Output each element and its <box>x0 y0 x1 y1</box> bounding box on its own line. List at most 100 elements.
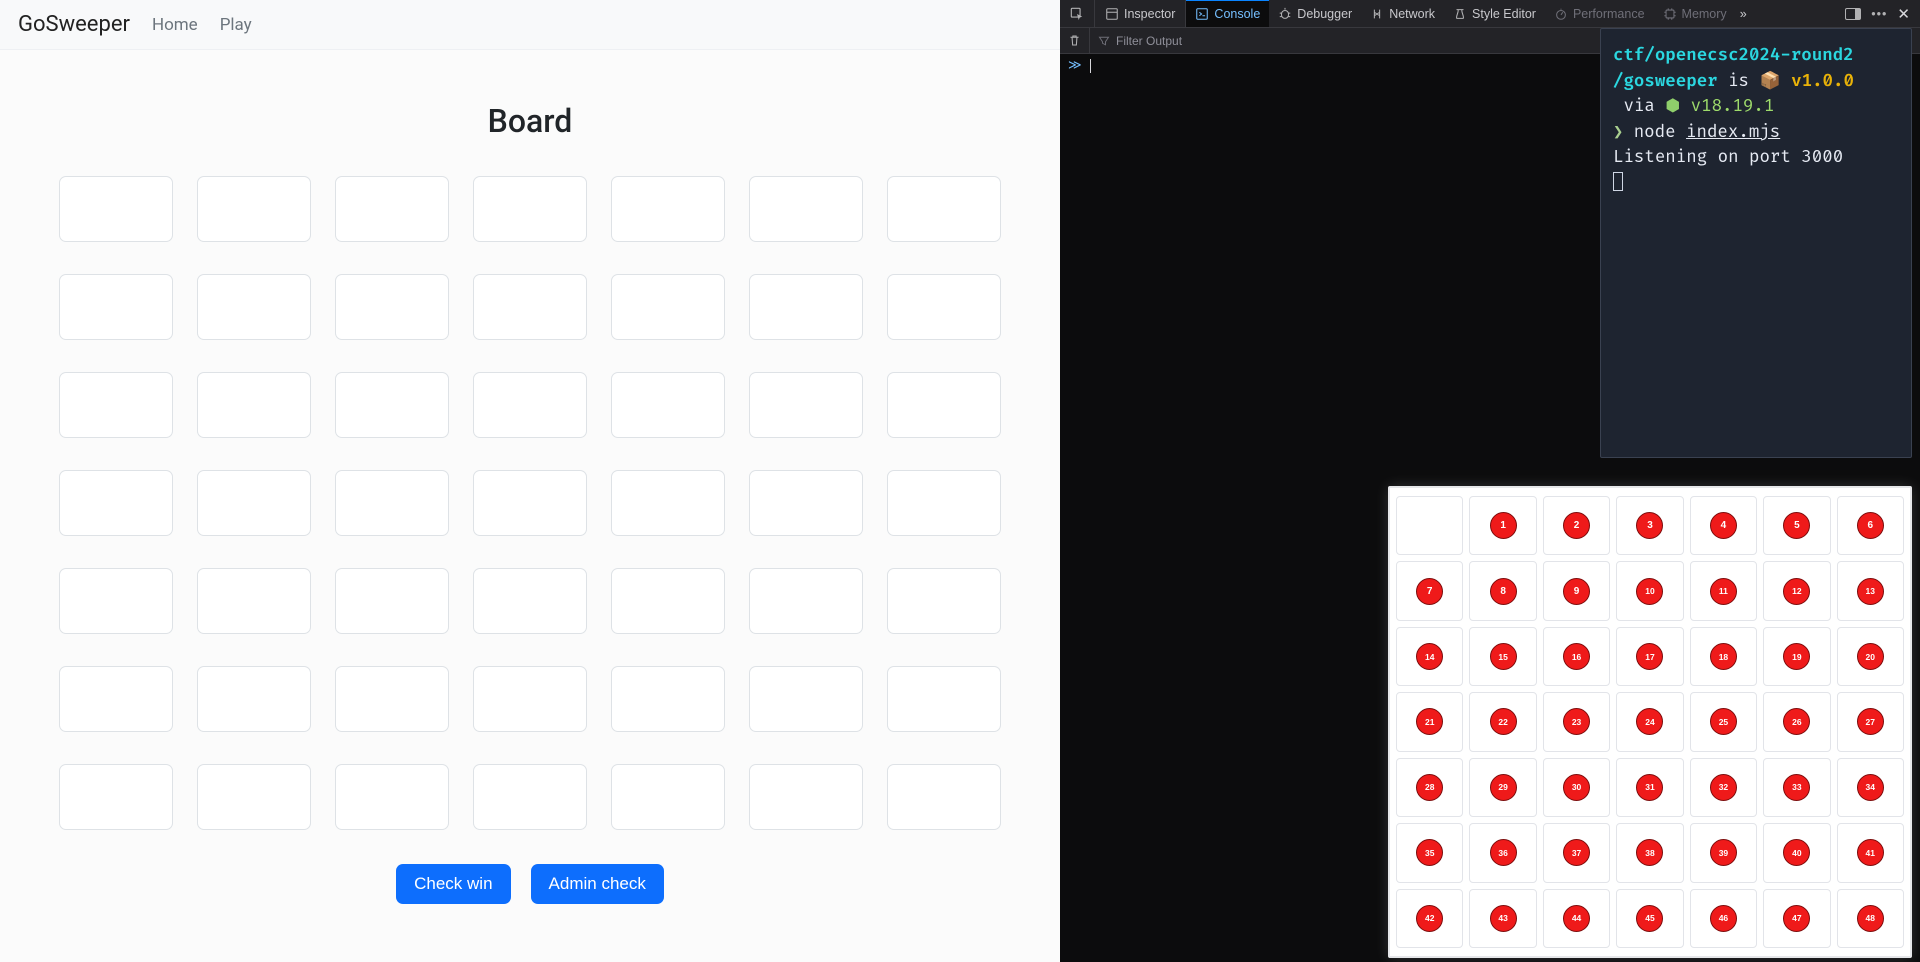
board-cell[interactable] <box>749 372 863 438</box>
mines-cell[interactable]: 38 <box>1616 823 1683 882</box>
devtools-tab-console[interactable]: Console <box>1186 0 1269 27</box>
terminal-window[interactable]: ctf/openecsc2024-round2 /gosweeper is 📦 … <box>1600 28 1912 458</box>
board-cell[interactable] <box>887 666 1001 732</box>
board-cell[interactable] <box>611 470 725 536</box>
devtools-close-icon[interactable]: ✕ <box>1897 5 1910 23</box>
mines-cell[interactable] <box>1396 496 1463 555</box>
board-cell[interactable] <box>197 666 311 732</box>
check-win-button[interactable]: Check win <box>396 864 510 904</box>
board-cell[interactable] <box>197 764 311 830</box>
mines-cell[interactable]: 33 <box>1763 758 1830 817</box>
board-cell[interactable] <box>59 470 173 536</box>
board-cell[interactable] <box>887 764 1001 830</box>
mines-cell[interactable]: 34 <box>1837 758 1904 817</box>
board-cell[interactable] <box>473 176 587 242</box>
board-cell[interactable] <box>473 666 587 732</box>
mines-cell[interactable]: 18 <box>1690 627 1757 686</box>
board-cell[interactable] <box>197 176 311 242</box>
mines-cell[interactable]: 27 <box>1837 692 1904 751</box>
mines-cell[interactable]: 42 <box>1396 889 1463 948</box>
mines-cell[interactable]: 35 <box>1396 823 1463 882</box>
mines-cell[interactable]: 24 <box>1616 692 1683 751</box>
board-cell[interactable] <box>887 470 1001 536</box>
mines-cell[interactable]: 4 <box>1690 496 1757 555</box>
tabs-overflow-icon[interactable]: » <box>1740 7 1747 21</box>
mines-cell[interactable]: 31 <box>1616 758 1683 817</box>
devtools-tab-style-editor[interactable]: Style Editor <box>1444 0 1545 27</box>
mines-cell[interactable]: 16 <box>1543 627 1610 686</box>
mines-cell[interactable]: 37 <box>1543 823 1610 882</box>
board-cell[interactable] <box>473 568 587 634</box>
board-cell[interactable] <box>749 764 863 830</box>
board-cell[interactable] <box>197 372 311 438</box>
mines-cell[interactable]: 14 <box>1396 627 1463 686</box>
dock-side-icon[interactable] <box>1845 8 1861 20</box>
board-cell[interactable] <box>473 372 587 438</box>
board-cell[interactable] <box>473 274 587 340</box>
clear-console-button[interactable] <box>1060 28 1090 53</box>
devtools-tab-debugger[interactable]: Debugger <box>1269 0 1361 27</box>
mines-cell[interactable]: 30 <box>1543 758 1610 817</box>
board-cell[interactable] <box>611 764 725 830</box>
mines-cell[interactable]: 48 <box>1837 889 1904 948</box>
board-cell[interactable] <box>335 470 449 536</box>
board-cell[interactable] <box>887 372 1001 438</box>
board-cell[interactable] <box>335 666 449 732</box>
board-cell[interactable] <box>749 470 863 536</box>
board-cell[interactable] <box>749 274 863 340</box>
mines-cell[interactable]: 28 <box>1396 758 1463 817</box>
mines-cell[interactable]: 41 <box>1837 823 1904 882</box>
board-cell[interactable] <box>473 764 587 830</box>
mines-cell[interactable]: 11 <box>1690 561 1757 620</box>
board-cell[interactable] <box>59 372 173 438</box>
mines-cell[interactable]: 9 <box>1543 561 1610 620</box>
devtools-tab-performance[interactable]: Performance <box>1545 0 1654 27</box>
board-cell[interactable] <box>59 274 173 340</box>
board-cell[interactable] <box>611 372 725 438</box>
board-cell[interactable] <box>749 568 863 634</box>
mines-cell[interactable]: 32 <box>1690 758 1757 817</box>
mines-cell[interactable]: 3 <box>1616 496 1683 555</box>
mines-cell[interactable]: 19 <box>1763 627 1830 686</box>
mines-cell[interactable]: 26 <box>1763 692 1830 751</box>
mines-cell[interactable]: 6 <box>1837 496 1904 555</box>
board-cell[interactable] <box>887 274 1001 340</box>
board-cell[interactable] <box>59 764 173 830</box>
mines-cell[interactable]: 44 <box>1543 889 1610 948</box>
board-cell[interactable] <box>197 470 311 536</box>
mines-cell[interactable]: 39 <box>1690 823 1757 882</box>
mines-cell[interactable]: 15 <box>1469 627 1536 686</box>
board-cell[interactable] <box>611 274 725 340</box>
board-cell[interactable] <box>473 470 587 536</box>
admin-check-button[interactable]: Admin check <box>531 864 664 904</box>
mines-cell[interactable]: 36 <box>1469 823 1536 882</box>
mines-cell[interactable]: 20 <box>1837 627 1904 686</box>
mines-cell[interactable]: 23 <box>1543 692 1610 751</box>
mines-cell[interactable]: 10 <box>1616 561 1683 620</box>
board-cell[interactable] <box>887 176 1001 242</box>
mines-cell[interactable]: 5 <box>1763 496 1830 555</box>
mines-cell[interactable]: 7 <box>1396 561 1463 620</box>
board-cell[interactable] <box>197 274 311 340</box>
mines-cell[interactable]: 25 <box>1690 692 1757 751</box>
mines-cell[interactable]: 29 <box>1469 758 1536 817</box>
mines-cell[interactable]: 12 <box>1763 561 1830 620</box>
mines-cell[interactable]: 47 <box>1763 889 1830 948</box>
board-cell[interactable] <box>335 274 449 340</box>
board-cell[interactable] <box>335 372 449 438</box>
mines-cell[interactable]: 2 <box>1543 496 1610 555</box>
mines-cell[interactable]: 46 <box>1690 889 1757 948</box>
mines-cell[interactable]: 1 <box>1469 496 1536 555</box>
nav-play[interactable]: Play <box>220 15 252 35</box>
board-cell[interactable] <box>611 666 725 732</box>
devtools-tab-network[interactable]: Network <box>1361 0 1444 27</box>
board-cell[interactable] <box>335 568 449 634</box>
board-cell[interactable] <box>335 176 449 242</box>
mines-cell[interactable]: 22 <box>1469 692 1536 751</box>
mines-cell[interactable]: 8 <box>1469 561 1536 620</box>
pick-element-button[interactable] <box>1060 0 1095 27</box>
mines-cell[interactable]: 21 <box>1396 692 1463 751</box>
mines-cell[interactable]: 17 <box>1616 627 1683 686</box>
board-cell[interactable] <box>611 176 725 242</box>
devtools-tab-inspector[interactable]: Inspector <box>1095 0 1186 27</box>
